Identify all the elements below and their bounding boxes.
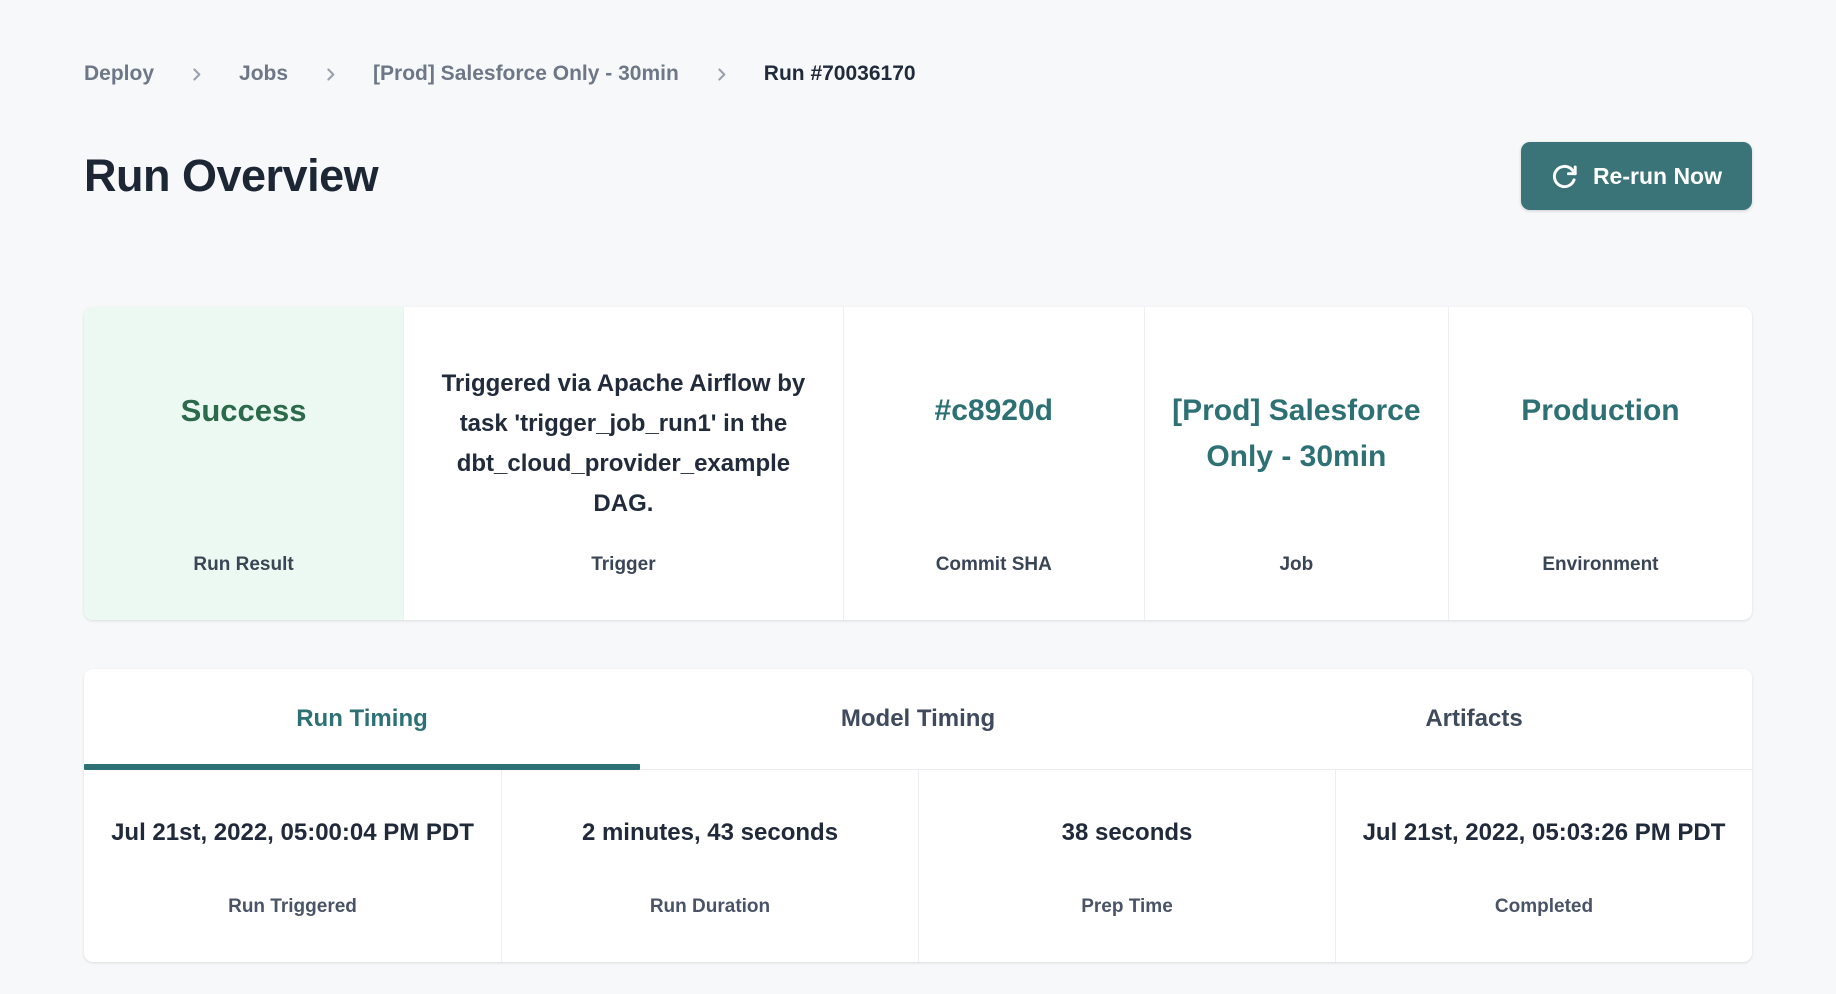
chevron-right-icon — [713, 66, 730, 83]
breadcrumb-item-jobs[interactable]: Jobs — [239, 62, 288, 86]
rerun-now-button-label: Re-run Now — [1593, 163, 1722, 190]
run-triggered-label: Run Triggered — [228, 896, 357, 918]
tab-run-timing-label: Run Timing — [296, 705, 428, 733]
run-result-label: Run Result — [110, 554, 377, 576]
commit-sha-link[interactable]: #c8920d — [870, 388, 1118, 434]
environment-link[interactable]: Production — [1475, 388, 1726, 434]
run-triggered-value: Jul 21st, 2022, 05:00:04 PM PDT — [111, 814, 474, 890]
prep-time-value: 38 seconds — [1062, 814, 1193, 890]
trigger-label: Trigger — [430, 554, 817, 576]
tab-artifacts-label: Artifacts — [1425, 705, 1522, 733]
trigger-value: Triggered via Apache Airflow by task 'tr… — [430, 364, 817, 524]
run-result-status-badge: Success — [110, 388, 377, 434]
commit-sha-label: Commit SHA — [870, 554, 1118, 576]
tab-run-timing[interactable]: Run Timing — [84, 669, 640, 769]
run-timing-panel: Jul 21st, 2022, 05:00:04 PM PDT Run Trig… — [84, 770, 1752, 962]
run-detail-card: Run Timing Model Timing Artifacts Jul 21… — [84, 669, 1752, 962]
job-link[interactable]: [Prod] Salesforce Only - 30min — [1171, 388, 1422, 480]
chevron-right-icon — [188, 66, 205, 83]
prep-time-label: Prep Time — [1081, 896, 1173, 918]
summary-cell-trigger: Triggered via Apache Airflow by task 'tr… — [403, 307, 843, 620]
tab-bar: Run Timing Model Timing Artifacts — [84, 669, 1752, 770]
completed-label: Completed — [1495, 896, 1593, 918]
breadcrumb: Deploy Jobs [Prod] Salesforce Only - 30m… — [84, 0, 1752, 86]
breadcrumb-item-run-number: Run #70036170 — [764, 62, 916, 86]
breadcrumb-item-job-name[interactable]: [Prod] Salesforce Only - 30min — [373, 62, 679, 86]
tab-model-timing-label: Model Timing — [841, 705, 995, 733]
timing-cell-run-triggered: Jul 21st, 2022, 05:00:04 PM PDT Run Trig… — [84, 770, 501, 962]
environment-label: Environment — [1475, 554, 1726, 576]
summary-cell-environment: Production Environment — [1448, 307, 1752, 620]
timing-cell-prep-time: 38 seconds Prep Time — [918, 770, 1335, 962]
summary-cell-commit-sha: #c8920d Commit SHA — [843, 307, 1144, 620]
run-summary-card: Success Run Result Triggered via Apache … — [84, 307, 1752, 620]
breadcrumb-item-deploy[interactable]: Deploy — [84, 62, 154, 86]
summary-cell-job: [Prod] Salesforce Only - 30min Job — [1144, 307, 1448, 620]
chevron-right-icon — [322, 66, 339, 83]
page-title: Run Overview — [84, 150, 378, 202]
summary-cell-run-result: Success Run Result — [84, 307, 403, 620]
page-header: Run Overview Re-run Now — [84, 142, 1752, 210]
timing-cell-run-duration: 2 minutes, 43 seconds Run Duration — [501, 770, 918, 962]
job-label: Job — [1171, 554, 1422, 576]
refresh-icon — [1551, 163, 1578, 190]
run-overview-page: Deploy Jobs [Prod] Salesforce Only - 30m… — [0, 0, 1836, 994]
timing-cell-completed: Jul 21st, 2022, 05:03:26 PM PDT Complete… — [1335, 770, 1752, 962]
active-tab-underline — [84, 764, 640, 770]
tab-artifacts[interactable]: Artifacts — [1196, 669, 1752, 769]
rerun-now-button[interactable]: Re-run Now — [1521, 142, 1752, 210]
run-duration-value: 2 minutes, 43 seconds — [582, 814, 838, 890]
run-duration-label: Run Duration — [650, 896, 770, 918]
tab-model-timing[interactable]: Model Timing — [640, 669, 1196, 769]
completed-value: Jul 21st, 2022, 05:03:26 PM PDT — [1363, 814, 1726, 890]
